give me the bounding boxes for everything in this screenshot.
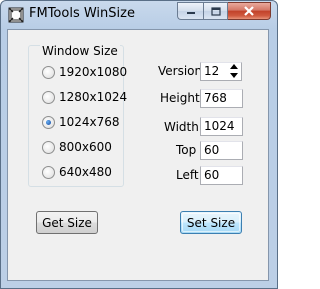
set-size-label: Set Size [186,215,236,230]
set-size-button[interactable]: Set Size [180,211,242,234]
radio-option-1920x1080[interactable]: 1920x1080 [42,64,127,80]
radio-label: 640x480 [59,165,112,179]
left-label: Left [176,168,199,182]
get-size-button[interactable]: Get Size [36,211,98,234]
radio-label: 1024x768 [59,115,120,129]
height-label: Height [160,91,200,105]
spin-up-button[interactable] [226,62,241,71]
minimize-icon [186,12,195,14]
down-arrow-icon [229,73,238,78]
radio-option-640x480[interactable]: 640x480 [42,164,112,180]
close-icon [244,6,254,16]
radio-button[interactable] [42,165,55,179]
maximize-icon [210,6,221,16]
app-icon [8,7,24,23]
window-title: FMTools WinSize [29,6,135,21]
version-spinner[interactable] [226,62,241,81]
radio-option-800x600[interactable]: 800x600 [42,139,112,155]
top-label: Top [176,143,197,157]
version-label: Version [158,64,203,78]
radio-label: 800x600 [59,140,112,154]
window-size-group-label: Window Size [40,44,120,58]
radio-button[interactable] [42,90,55,104]
top-input[interactable]: 60 [200,141,243,160]
close-button[interactable] [228,2,271,20]
minimize-button[interactable] [177,2,203,20]
left-input[interactable]: 60 [200,166,243,185]
width-label: Width [164,120,199,134]
maximize-button[interactable] [203,2,228,20]
up-arrow-icon [229,64,238,69]
radio-label: 1920x1080 [59,65,128,79]
width-input[interactable]: 1024 [200,117,243,136]
height-input[interactable]: 768 [200,89,243,108]
radio-button-selected[interactable] [42,115,55,129]
radio-button[interactable] [42,140,55,154]
spin-down-button[interactable] [226,71,241,80]
radio-label: 1280x1024 [59,90,128,104]
radio-option-1024x768[interactable]: 1024x768 [42,114,120,130]
title-bar[interactable]: FMTools WinSize [1,1,277,29]
radio-button[interactable] [42,65,55,79]
radio-option-1280x1024[interactable]: 1280x1024 [42,89,127,105]
